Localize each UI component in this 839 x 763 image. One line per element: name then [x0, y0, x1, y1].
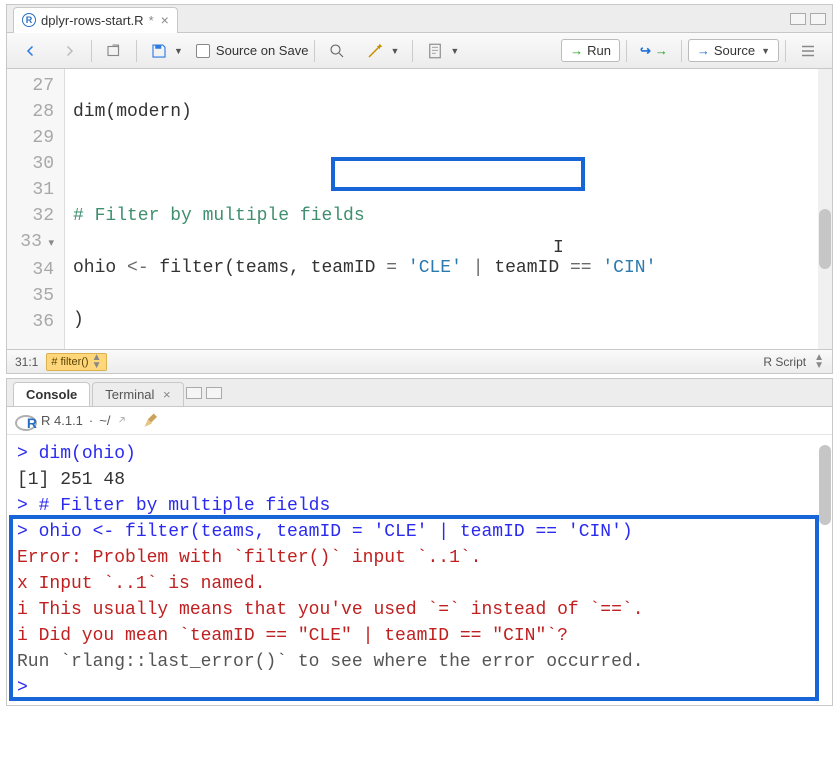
console-output[interactable]: > dim(ohio) [1] 251 48 > # Filter by mul… — [7, 435, 832, 705]
r-file-icon: R — [22, 13, 36, 27]
scope-label: filter() — [60, 356, 88, 368]
source-tabbar: R dplyr-rows-start.R * × — [7, 5, 832, 33]
separator-dot: · — [89, 413, 93, 428]
line-gutter: 27 28 29 30 31 32 33 ▾ 34 35 36 — [7, 69, 65, 349]
chevron-down-icon: ▼ — [450, 46, 459, 56]
console-tabbar: Console Terminal × — [7, 379, 832, 407]
popout-icon — [105, 42, 123, 60]
stepper-icon[interactable]: ▲▼ — [814, 354, 824, 370]
r-version: R 4.1.1 — [41, 413, 83, 428]
find-button[interactable] — [321, 38, 353, 64]
code-editor[interactable]: 27 28 29 30 31 32 33 ▾ 34 35 36 dim(mode… — [7, 69, 832, 349]
arrow-right-icon — [60, 42, 78, 60]
source-pane: R dplyr-rows-start.R * × ▼ Source on Save — [6, 4, 833, 374]
scroll-thumb[interactable] — [819, 445, 831, 525]
tab-dirty-marker: * — [149, 13, 154, 28]
run-arrow-icon: → — [655, 43, 668, 58]
outline-button[interactable] — [792, 38, 824, 64]
language-mode[interactable]: R Script — [763, 355, 806, 369]
magnifier-icon — [328, 42, 346, 60]
rerun-icon: ↪ — [640, 43, 651, 59]
broom-icon[interactable] — [142, 411, 162, 431]
wand-icon — [366, 42, 384, 60]
arrow-left-icon — [22, 42, 40, 60]
source-arrow-icon: → — [697, 43, 710, 58]
scroll-thumb[interactable] — [819, 209, 831, 269]
pane-window-controls — [186, 387, 222, 399]
fold-icon[interactable]: ▾ — [42, 238, 54, 250]
forward-button[interactable] — [53, 38, 85, 64]
source-tab[interactable]: R dplyr-rows-start.R * × — [13, 7, 178, 33]
editor-scrollbar[interactable] — [818, 69, 832, 349]
console-scrollbar[interactable] — [818, 435, 832, 705]
popout-icon[interactable] — [116, 414, 130, 428]
hash-icon: # — [51, 356, 57, 368]
r-logo-icon — [15, 413, 35, 429]
source-on-save-checkbox[interactable] — [196, 44, 210, 58]
tab-console[interactable]: Console — [13, 382, 90, 406]
source-toolbar: ▼ Source on Save ▼ ▼ → Run ↪→ → Source — [7, 33, 832, 69]
console-pane: Console Terminal × R 4.1.1 · ~/ > dim(oh… — [6, 378, 833, 706]
code-tools-button[interactable]: ▼ — [359, 38, 406, 64]
console-info-bar: R 4.1.1 · ~/ — [7, 407, 832, 435]
outline-icon — [799, 42, 817, 60]
notebook-icon — [426, 42, 444, 60]
minimize-pane-button[interactable] — [790, 13, 806, 25]
source-on-save-label: Source on Save — [216, 43, 309, 58]
maximize-pane-button[interactable] — [810, 13, 826, 25]
run-label: Run — [587, 43, 611, 58]
compile-report-button[interactable]: ▼ — [419, 38, 466, 64]
tab-filename: dplyr-rows-start.R — [41, 13, 144, 28]
source-statusbar: 31:1 # filter() ▲▼ R Script ▲▼ — [7, 349, 832, 373]
rerun-button[interactable]: ↪→ — [633, 39, 675, 63]
close-icon[interactable]: × — [161, 12, 169, 28]
chevron-down-icon: ▼ — [174, 46, 183, 56]
pane-window-controls — [790, 13, 826, 25]
run-button[interactable]: → Run — [561, 39, 620, 62]
text-cursor-icon: I — [553, 235, 564, 261]
stepper-icon[interactable]: ▲▼ — [92, 354, 102, 370]
chevron-down-icon: ▼ — [761, 46, 770, 56]
minimize-pane-button[interactable] — [186, 387, 202, 399]
save-button[interactable]: ▼ — [143, 38, 190, 64]
show-in-new-window-button[interactable] — [98, 38, 130, 64]
floppy-disk-icon — [150, 42, 168, 60]
run-arrow-icon: → — [570, 43, 583, 58]
maximize-pane-button[interactable] — [206, 387, 222, 399]
source-button[interactable]: → Source ▼ — [688, 39, 779, 62]
scope-chip[interactable]: # filter() ▲▼ — [46, 353, 106, 371]
working-directory[interactable]: ~/ — [99, 413, 110, 428]
back-button[interactable] — [15, 38, 47, 64]
close-icon[interactable]: × — [163, 387, 171, 402]
cursor-position: 31:1 — [15, 355, 38, 369]
tab-terminal[interactable]: Terminal × — [92, 382, 183, 406]
code-area[interactable]: dim(modern) # Filter by multiple fields … — [65, 69, 832, 349]
chevron-down-icon: ▼ — [390, 46, 399, 56]
source-label: Source — [714, 43, 755, 58]
